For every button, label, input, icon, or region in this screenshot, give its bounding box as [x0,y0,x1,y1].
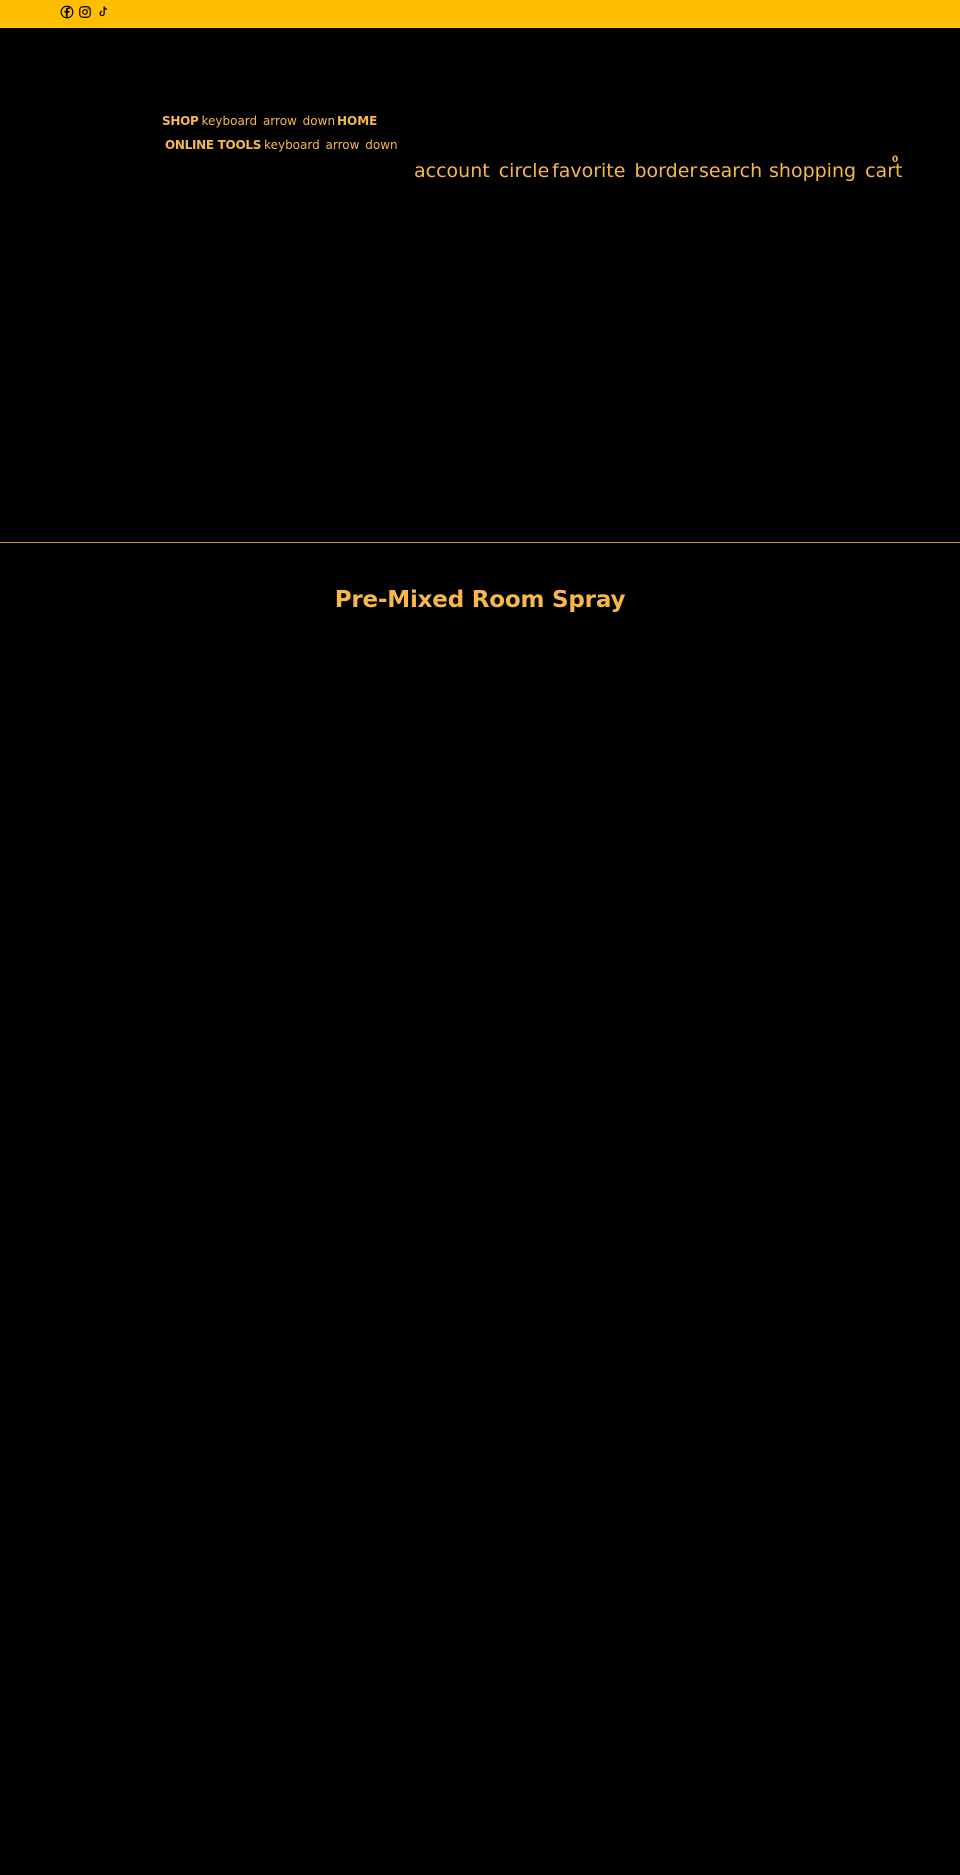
nav-item-home[interactable]: HOME [337,114,377,128]
nav-item-shop[interactable]: SHOP keyboard arrow down [162,114,335,128]
tiktok-icon[interactable] [96,5,110,19]
chevron-down-icon: keyboard arrow down [264,138,398,152]
page-title: Pre-Mixed Room Spray [334,587,626,613]
nav-shop-label: SHOP [162,114,199,128]
header-divider [0,542,960,543]
chevron-down-icon: keyboard arrow down [201,114,336,128]
account-icon[interactable]: account circle [414,160,549,182]
cart-count-badge: 0 [892,155,899,165]
facebook-icon[interactable] [60,5,74,19]
nav-item-online-tools[interactable]: ONLINE TOOLS keyboard arrow down [165,138,398,152]
favorite-icon[interactable]: favorite border [552,160,697,182]
social-links [60,5,110,19]
instagram-icon[interactable] [78,5,92,19]
shopping-cart-icon[interactable]: shopping cart [769,160,902,182]
nav-online-tools-label: ONLINE TOOLS [165,138,262,152]
search-icon[interactable]: search [699,160,762,182]
top-announcement-bar [0,0,960,28]
